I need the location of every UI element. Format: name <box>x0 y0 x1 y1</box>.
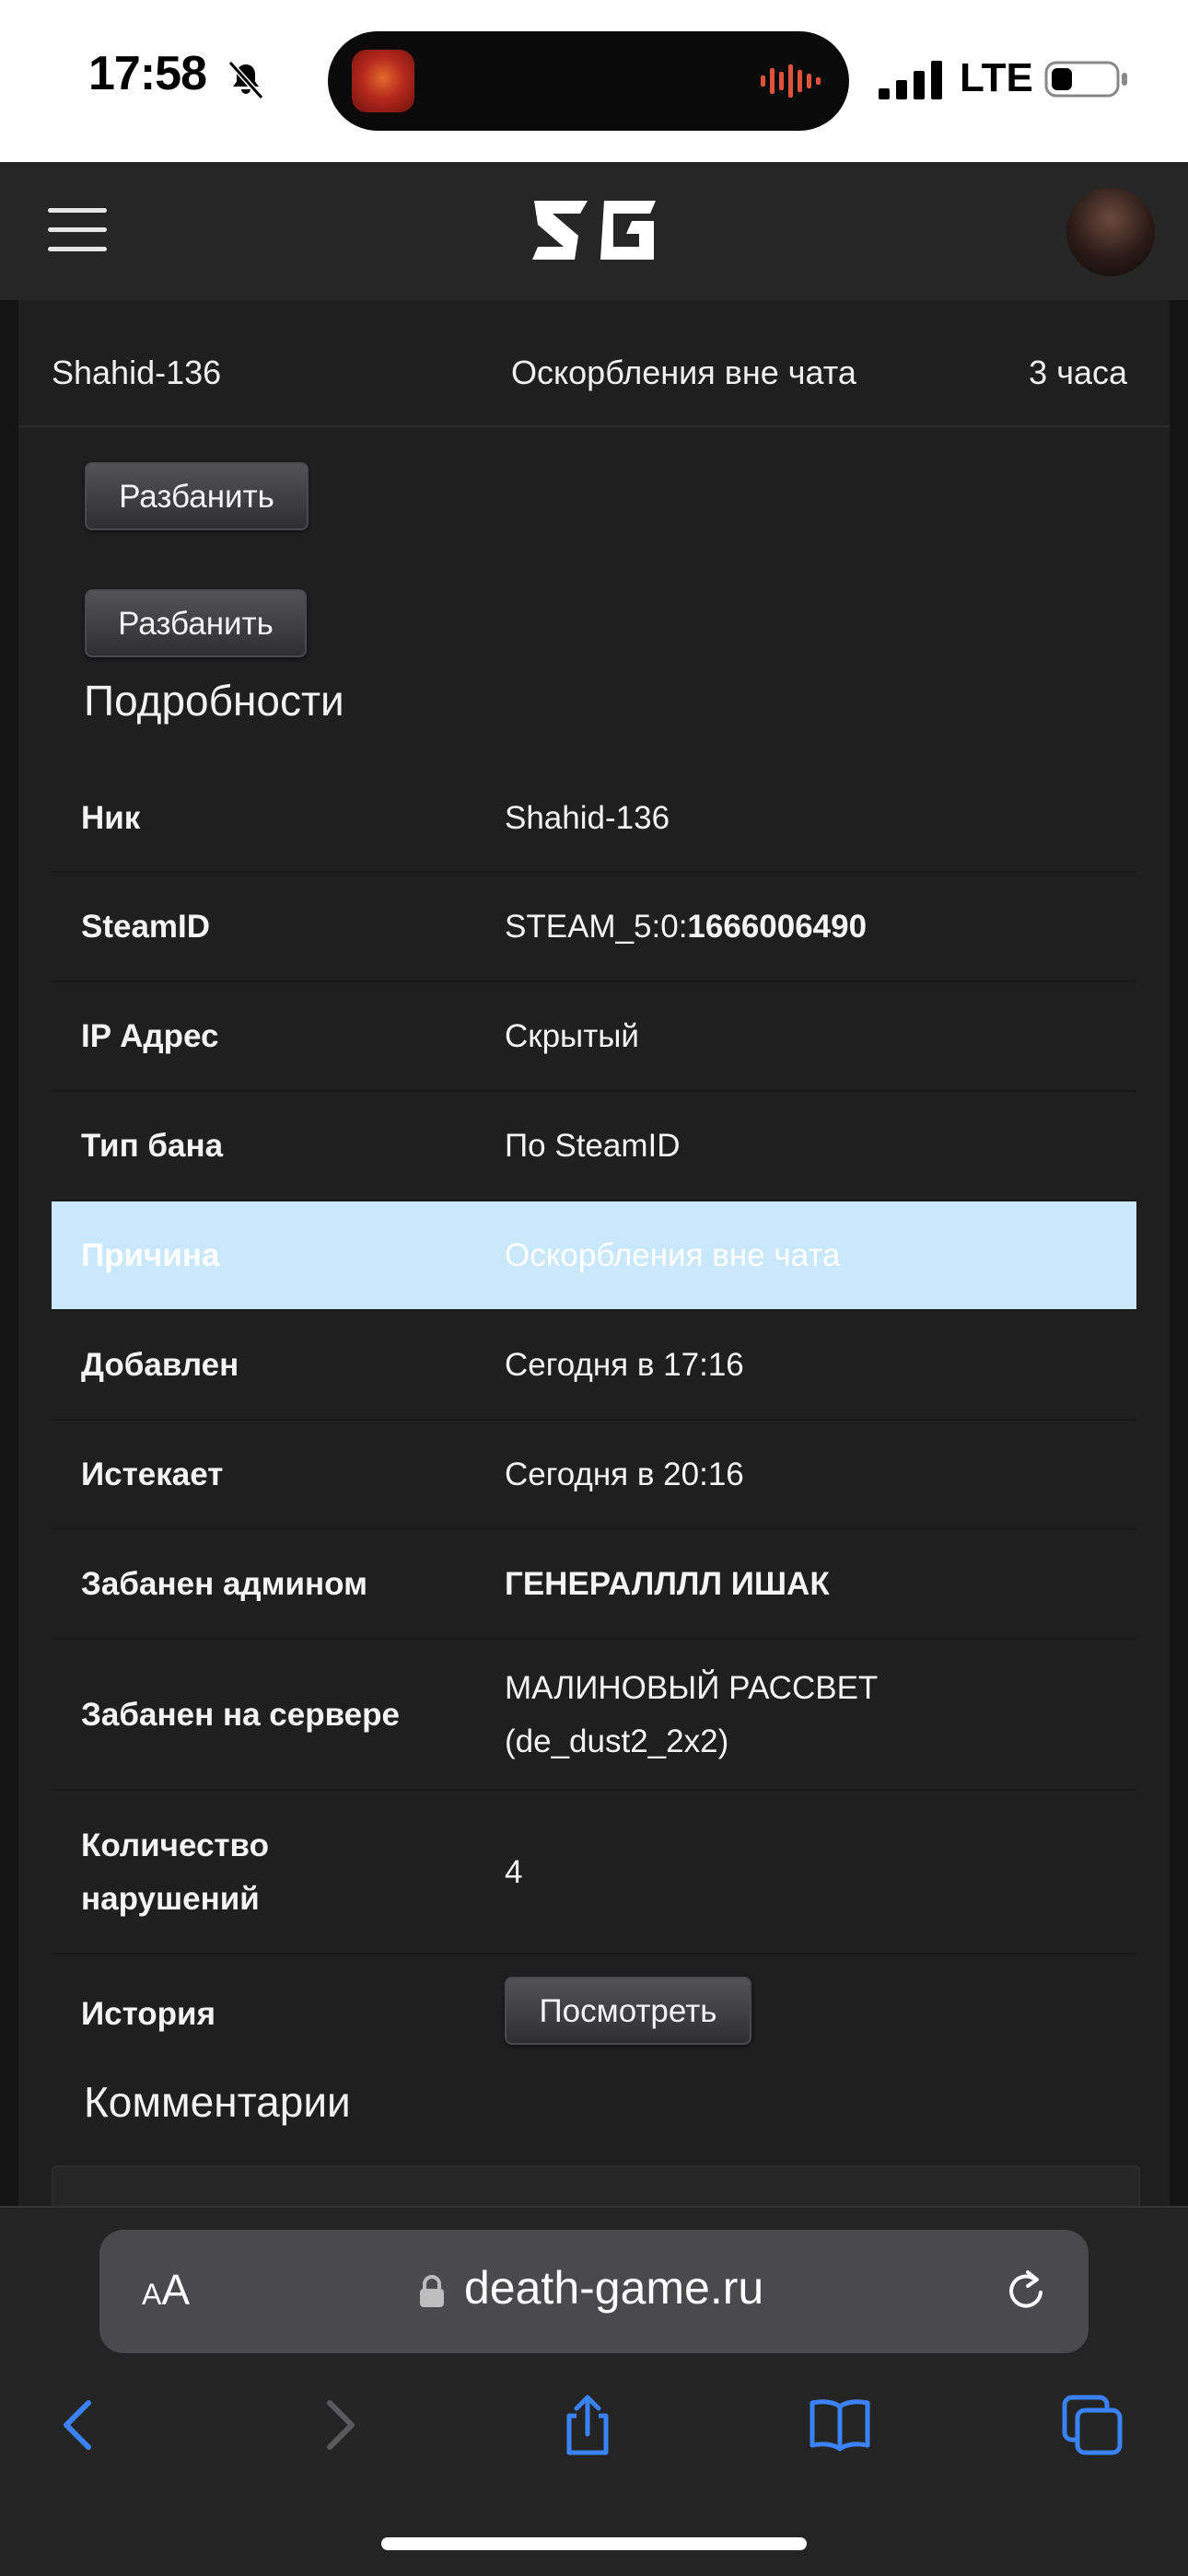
share-icon[interactable] <box>554 2392 621 2458</box>
detail-label: Истекает <box>81 1456 224 1492</box>
lock-icon <box>420 2275 444 2307</box>
unban-button[interactable]: Разбанить <box>85 462 309 530</box>
text-size-button[interactable]: AA <box>142 2265 190 2315</box>
status-time: 17:58 <box>88 47 207 100</box>
detail-label: Тип бана <box>81 1128 224 1164</box>
steamid-number: 1666006490 <box>687 909 868 945</box>
audio-waveform-icon <box>761 64 821 98</box>
detail-row-admin: Забанен админом ГЕНЕРАЛЛЛЛ ИШАК <box>52 1530 1136 1640</box>
bookmarks-icon[interactable] <box>807 2392 873 2458</box>
detail-row-violations: Количество нарушений 4 <box>52 1791 1136 1955</box>
detail-row-history: История Посмотреть <box>52 1955 1136 2074</box>
detail-value: 4 <box>505 1854 523 1890</box>
detail-value: Сегодня в 20:16 <box>505 1456 744 1492</box>
detail-value: Скрытый <box>505 1018 639 1054</box>
detail-value: ГЕНЕРАЛЛЛЛ ИШАК <box>505 1566 830 1602</box>
detail-label: Ник <box>81 800 141 836</box>
ban-reason: Оскорбления вне чата <box>511 354 856 391</box>
reload-icon[interactable] <box>1000 2265 1052 2316</box>
steamid-prefix: STEAM_5:0: <box>505 909 688 945</box>
detail-row-steamid: SteamID STEAM_5:0:1666006490 <box>52 873 1136 982</box>
detail-label: Причина <box>81 1237 220 1273</box>
detail-value: По SteamID <box>505 1128 681 1164</box>
details-title: Подробности <box>84 677 344 725</box>
view-history-button[interactable]: Посмотреть <box>505 1977 751 2045</box>
site-logo[interactable] <box>529 193 659 267</box>
detail-value: Оскорбления вне чата <box>505 1237 841 1273</box>
detail-row-server: Забанен на сервере МАЛИНОВЫЙ РАССВЕТ (de… <box>52 1640 1136 1791</box>
detail-value-line2: (de_dust2_2x2) <box>505 1723 729 1759</box>
details-table: Ник Shahid-136 SteamID STEAM_5:0:1666006… <box>52 764 1136 2074</box>
text-size-small: A <box>142 2278 162 2311</box>
silent-bell-icon <box>227 60 264 100</box>
battery-icon <box>1044 61 1127 98</box>
user-avatar[interactable] <box>1066 188 1155 276</box>
dynamic-island <box>328 31 849 131</box>
network-type: LTE <box>960 55 1033 100</box>
ban-duration: 3 часа <box>1029 354 1127 391</box>
home-indicator[interactable] <box>381 2537 807 2550</box>
site-header <box>0 162 1188 302</box>
detail-label-line2: нарушений <box>81 1881 260 1917</box>
detail-value: Shahid-136 <box>505 800 670 836</box>
detail-label: Добавлен <box>81 1347 239 1383</box>
ban-player-name: Shahid-136 <box>52 354 222 391</box>
detail-value: Сегодня в 17:16 <box>505 1347 744 1383</box>
unban-button-secondary[interactable]: Разбанить <box>85 589 307 657</box>
detail-label: Забанен на сервере <box>81 1697 400 1733</box>
detail-label: Забанен админом <box>81 1566 367 1602</box>
comments-title: Комментарии <box>84 2078 351 2126</box>
ban-list-row[interactable]: Shahid-136 Оскорбления вне чата 3 часа <box>18 322 1170 427</box>
detail-row-nick: Ник Shahid-136 <box>52 764 1136 873</box>
status-bar: 17:58 LTE <box>0 0 1188 162</box>
detail-row-ip: IP Адрес Скрытый <box>52 982 1136 1092</box>
tabs-icon[interactable] <box>1059 2392 1125 2458</box>
detail-label: История <box>81 1996 215 2032</box>
forward-icon[interactable] <box>304 2392 370 2458</box>
back-icon[interactable] <box>48 2392 114 2458</box>
detail-row-added: Добавлен Сегодня в 17:16 <box>52 1311 1136 1421</box>
detail-value: STEAM_5:0:1666006490 <box>505 900 867 954</box>
detail-row-expires: Истекает Сегодня в 20:16 <box>52 1421 1136 1530</box>
address-bar[interactable]: AA death-game.ru <box>99 2230 1089 2353</box>
now-playing-app-icon <box>352 50 414 112</box>
browser-toolbar: AA death-game.ru <box>0 2206 1188 2576</box>
menu-icon[interactable] <box>48 208 107 252</box>
detail-label: IP Адрес <box>81 1018 219 1054</box>
detail-label-line1: Количество <box>81 1828 269 1863</box>
url-text[interactable]: death-game.ru <box>464 2261 763 2315</box>
detail-label: SteamID <box>81 909 211 945</box>
cellular-signal-icon <box>879 61 942 99</box>
detail-row-ban-type: Тип бана По SteamID <box>52 1092 1136 1201</box>
text-size-large: A <box>161 2266 191 2314</box>
detail-row-reason: Причина Оскорбления вне чата <box>52 1201 1136 1311</box>
detail-value-line1: МАЛИНОВЫЙ РАССВЕТ <box>505 1670 879 1706</box>
